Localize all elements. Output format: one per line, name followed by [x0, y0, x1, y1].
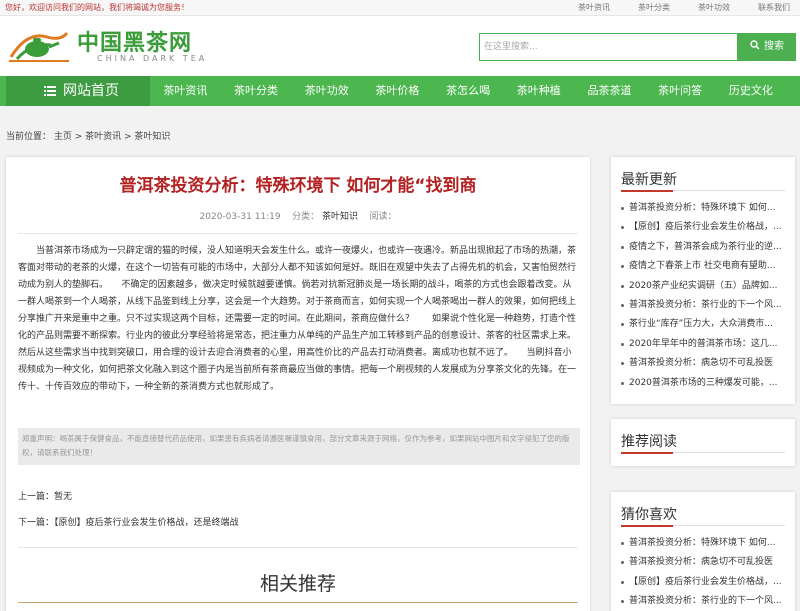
list-item[interactable]: 疫情之下春茶上市 社交电商有望助... [621, 257, 789, 276]
article-reads-label: 阅读： [369, 212, 397, 222]
list-item[interactable]: 2020茶产业纪实调研（五）品牌如... [621, 277, 789, 296]
teapot-logo-icon [9, 32, 69, 62]
latest-updates-list: 普洱茶投资分析：特殊环境下 如何... 【原创】疫后茶行业会发生价格战，... … [621, 199, 789, 393]
recommended-heading: 推荐阅读 [621, 434, 677, 450]
list-item[interactable]: 【原创】疫后茶行业会发生价格战，... [621, 573, 789, 592]
nav-item-tea-news[interactable]: 茶叶资讯 [150, 76, 221, 106]
logo-english-text: CHINA DARK TEA [97, 54, 208, 63]
logo-chinese-text: 中国黑茶网 [77, 31, 193, 56]
list-item[interactable]: 普洱茶投资分析：茶行业的下一个风... [621, 296, 789, 315]
search-box: 在这里搜索... 搜索 [479, 33, 796, 61]
list-item[interactable]: 普洱茶投资分析：特殊环境下 如何... [621, 199, 789, 218]
nav-item-tea-prices[interactable]: 茶叶价格 [362, 76, 433, 106]
prev-article-link[interactable]: 上一篇：暂无 [18, 489, 72, 502]
header: 中国黑茶网 CHINA DARK TEA 在这里搜索... 搜索 [0, 16, 800, 76]
nav-home[interactable]: 网站首页 [6, 76, 150, 106]
top-link-tea-categories[interactable]: 茶叶分类 [638, 2, 670, 13]
breadcrumb[interactable]: 当前位置： 主页 > 茶叶资讯 > 茶叶知识 [6, 129, 170, 142]
latest-updates-heading: 最新更新 [621, 172, 677, 188]
article-panel: 普洱茶投资分析：特殊环境下 如何才能“找到商 2020-03-31 11:19 … [6, 157, 590, 611]
list-item[interactable]: 【原创】疫后茶行业会发生价格战，... [621, 218, 789, 237]
list-item[interactable]: 2020普洱茶市场的三种爆发可能，... [621, 374, 789, 393]
disclaimer: 郑重声明：喝茶属于保健食品，不能直接替代药品使用，如果患有疾病者请遵医嘱谨慎食用… [18, 428, 580, 465]
nav-item-tea-categories[interactable]: 茶叶分类 [221, 76, 292, 106]
list-item[interactable]: 普洱茶投资分析：茶行业的下一个风... [621, 592, 789, 611]
search-button-label: 搜索 [764, 41, 784, 52]
you-may-like-panel: 猜你喜欢 普洱茶投资分析：特殊环境下 如何... 普洱茶投资分析：病急切不可乱投… [611, 492, 795, 611]
you-may-like-list: 普洱茶投资分析：特殊环境下 如何... 普洱茶投资分析：病急切不可乱投医 【原创… [621, 534, 789, 611]
article-category-label: 分类： [292, 212, 320, 222]
heading-underline [621, 452, 785, 454]
top-bar: 您好，欢迎访问我们的网站，我们将竭诚为您服务！ 茶叶资讯 茶叶分类 茶叶功效 联… [0, 0, 800, 16]
heading-underline [621, 190, 785, 192]
divider [18, 547, 578, 548]
top-link-tea-benefits[interactable]: 茶叶功效 [698, 2, 730, 13]
nav-item-tea-qa[interactable]: 茶叶问答 [645, 76, 716, 106]
site-logo[interactable]: 中国黑茶网 CHINA DARK TEA [7, 25, 207, 69]
nav-item-tea-planting[interactable]: 茶叶种植 [503, 76, 574, 106]
article-meta: 2020-03-31 11:19 分类： 茶叶知识 阅读： [6, 209, 590, 222]
search-input[interactable]: 在这里搜索... [479, 33, 738, 61]
top-links: 茶叶资讯 茶叶分类 茶叶功效 联系我们 [550, 2, 790, 13]
related-divider [18, 602, 578, 603]
article-category-link[interactable]: 茶叶知识 [322, 212, 358, 222]
divider [18, 233, 578, 234]
menu-icon [44, 86, 56, 96]
next-article-link[interactable]: 下一篇：【原创】疫后茶行业会发生价格战，还是终端战 [18, 515, 239, 528]
nav-item-history-culture[interactable]: 历史文化 [716, 76, 787, 106]
latest-updates-panel: 最新更新 普洱茶投资分析：特殊环境下 如何... 【原创】疫后茶行业会发生价格战… [611, 157, 795, 404]
main-nav: 网站首页 茶叶资讯 茶叶分类 茶叶功效 茶叶价格 茶怎么喝 茶叶种植 品茶茶道 … [0, 76, 800, 106]
nav-item-how-to-drink[interactable]: 茶怎么喝 [433, 76, 504, 106]
you-may-like-heading: 猜你喜欢 [621, 507, 677, 523]
nav-home-label: 网站首页 [63, 83, 119, 99]
list-item[interactable]: 普洱茶投资分析：特殊环境下 如何... [621, 534, 789, 553]
nav-item-tea-benefits[interactable]: 茶叶功效 [291, 76, 362, 106]
article-title: 普洱茶投资分析：特殊环境下 如何才能“找到商 [119, 176, 477, 196]
top-link-tea-news[interactable]: 茶叶资讯 [578, 2, 610, 13]
welcome-text: 您好，欢迎访问我们的网站，我们将竭诚为您服务！ [5, 3, 189, 12]
list-item[interactable]: 茶行业“库存”压力大，大众消费市... [621, 315, 789, 334]
search-icon [750, 40, 760, 50]
heading-underline [621, 525, 785, 527]
article-body: 当普洱茶市场成为一只辟定谓的猫的时候，没人知道明天会发生什么。或许一夜爆火，也或… [18, 246, 577, 392]
nav-items: 茶叶资讯 茶叶分类 茶叶功效 茶叶价格 茶怎么喝 茶叶种植 品茶茶道 茶叶问答 … [150, 76, 786, 106]
list-item[interactable]: 普洱茶投资分析：病急切不可乱投医 [621, 553, 789, 572]
list-item[interactable]: 2020年早年中的普洱茶市场：这几... [621, 335, 789, 354]
list-item[interactable]: 疫情之下，普洱茶会成为茶行业的逆... [621, 238, 789, 257]
nav-item-tea-ceremony[interactable]: 品茶茶道 [574, 76, 645, 106]
related-heading: 相关推荐 [259, 573, 336, 595]
recommended-panel: 推荐阅读 [611, 419, 795, 466]
top-link-contact[interactable]: 联系我们 [758, 2, 790, 13]
article-date: 2020-03-31 11:19 [199, 212, 281, 222]
list-item[interactable]: 普洱茶投资分析：病急切不可乱投医 [621, 354, 789, 373]
search-button[interactable]: 搜索 [738, 33, 796, 61]
